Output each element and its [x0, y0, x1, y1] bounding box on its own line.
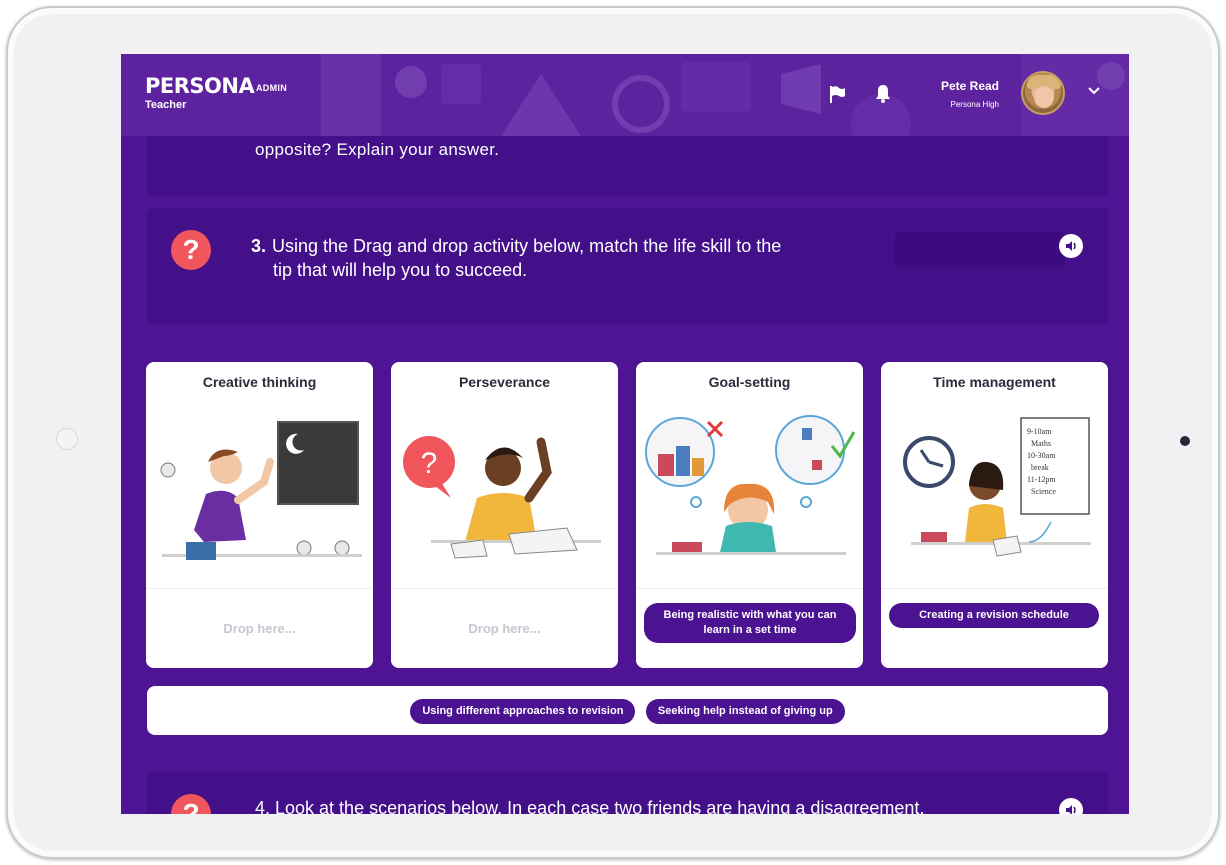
app-header: PERSONA ADMIN Teacher Pete Read Persona …: [121, 54, 1129, 136]
question-3-number: 3.: [251, 236, 267, 256]
question-3-line-1: Using the Drag and drop activity below, …: [272, 236, 782, 256]
drop-placeholder: Drop here...: [223, 621, 296, 636]
user-school: Persona High: [950, 100, 999, 109]
avatar-face: [1034, 86, 1054, 108]
schedule-line: 11-12pm: [1027, 475, 1056, 484]
question-3-card: ? 3. Using the Drag and drop activity bel…: [147, 208, 1108, 324]
question-3-highlight: [895, 232, 1065, 268]
audio-icon[interactable]: [1059, 798, 1083, 814]
skill-title: Creative thinking: [202, 374, 317, 390]
question-3-text: 3. Using the Drag and drop activity below…: [251, 234, 891, 282]
dropped-chip[interactable]: Creating a revision schedule: [889, 603, 1099, 628]
drop-placeholder: Drop here...: [468, 621, 541, 636]
drop-zone[interactable]: Creating a revision schedule: [881, 588, 1108, 668]
schedule-line: 9-10am: [1027, 427, 1052, 436]
skill-card-goal-setting: Goal-setting Being realistic with what y…: [636, 362, 863, 668]
draggable-chip[interactable]: Seeking help instead of giving up: [645, 699, 845, 724]
schedule-line: 10-30am: [1027, 451, 1056, 460]
question-3-line-2: tip that will help you to succeed.: [273, 260, 528, 280]
question-mark-icon: ?: [171, 230, 211, 270]
schedule-line: Science: [1031, 487, 1056, 496]
question-mark-icon: ?: [171, 794, 211, 814]
draggable-chip[interactable]: Using different approaches to revision: [410, 699, 636, 724]
audio-icon[interactable]: [1059, 234, 1083, 258]
skill-card-creative-thinking: Creative thinking Drop here...: [146, 362, 373, 668]
bell-icon[interactable]: [873, 83, 893, 104]
home-button[interactable]: [56, 428, 78, 450]
question-2-text: opposite? Explain your answer.: [255, 140, 500, 159]
creative-thinking-illustration: [160, 421, 362, 560]
user-role: Teacher: [145, 99, 187, 111]
answer-tray[interactable]: Using different approaches to revision S…: [147, 686, 1108, 735]
avatar[interactable]: [1021, 71, 1065, 115]
schedule-line: break: [1031, 463, 1049, 472]
camera-icon: [1180, 436, 1190, 446]
drop-zone[interactable]: Drop here...: [391, 588, 618, 668]
dropped-chip[interactable]: Being realistic with what you can learn …: [644, 603, 856, 643]
skill-card-time-management: Time management 9-10am Maths 10-30am bre…: [881, 362, 1108, 668]
skill-card-perseverance: Perseverance ? Drop here...: [391, 362, 618, 668]
schedule-line: Maths: [1031, 439, 1051, 448]
brand-logo[interactable]: PERSONA: [145, 74, 255, 98]
flag-icon[interactable]: [827, 84, 847, 104]
chevron-down-icon[interactable]: [1087, 86, 1101, 96]
app-screen: PERSONA ADMIN Teacher Pete Read Persona …: [121, 54, 1129, 814]
svg-text:?: ?: [421, 447, 438, 480]
skill-title: Perseverance: [458, 374, 551, 390]
time-management-illustration: 9-10am Maths 10-30am break 11-12pm Scien…: [903, 417, 1091, 557]
drop-zone[interactable]: Drop here...: [146, 588, 373, 668]
drop-zone[interactable]: Being realistic with what you can learn …: [636, 588, 863, 668]
user-name: Pete Read: [940, 79, 999, 93]
goal-setting-illustration: [645, 415, 856, 555]
skill-title: Time management: [933, 374, 1056, 390]
question-4-card: ? 4. Look at the scenarios below. In eac…: [147, 772, 1108, 814]
skill-title: Goal-setting: [708, 374, 791, 390]
header-pattern: [321, 54, 1129, 136]
perseverance-illustration: ?: [403, 436, 601, 559]
brand-admin-label: ADMIN: [256, 83, 287, 93]
question-4-text: 4. Look at the scenarios below. In each …: [255, 798, 925, 814]
